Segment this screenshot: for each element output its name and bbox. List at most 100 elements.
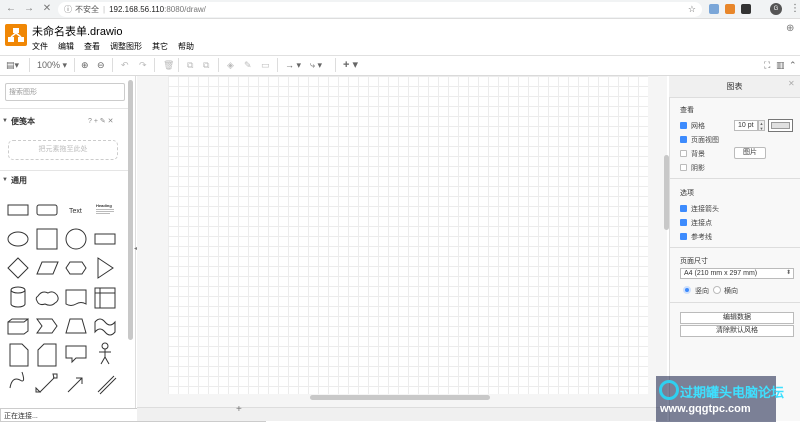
- shadow-label: 阴影: [691, 165, 705, 172]
- edit-data-button[interactable]: 编辑数据: [680, 312, 794, 324]
- grid-size-stepper[interactable]: ▲ ▼: [758, 120, 765, 131]
- landscape-radio[interactable]: [713, 286, 721, 294]
- connection-style-icon[interactable]: → ▾: [285, 59, 301, 71]
- parallelogram-shape[interactable]: [36, 261, 59, 275]
- callout-shape[interactable]: [65, 345, 87, 364]
- ellipse-shape[interactable]: [7, 231, 29, 247]
- bidirectional-arrow-shape[interactable]: [35, 373, 58, 393]
- shadow-checkbox[interactable]: [680, 164, 687, 171]
- process-shape[interactable]: [94, 233, 116, 245]
- options-heading: 选项: [680, 190, 694, 197]
- document-shape[interactable]: [65, 289, 87, 306]
- clear-default-style-button[interactable]: 清除默认风格: [680, 325, 794, 337]
- url-path: :8080/draw/: [164, 5, 206, 14]
- fullscreen-icon[interactable]: ⛶: [764, 59, 770, 71]
- triangle-shape[interactable]: [97, 257, 114, 279]
- trapezoid-shape[interactable]: [65, 318, 87, 334]
- url-host: 192.168.56.110: [109, 5, 165, 14]
- bookmark-star-icon[interactable]: ☆: [688, 4, 696, 15]
- connection-arrows-checkbox[interactable]: [680, 205, 687, 212]
- extension-icon[interactable]: [741, 4, 751, 14]
- toolbar-divider: [74, 58, 75, 72]
- close-icon[interactable]: ✕: [788, 79, 795, 88]
- shadow-icon[interactable]: ▭: [261, 59, 270, 71]
- menu-extras[interactable]: 其它: [152, 41, 168, 52]
- page-size-select[interactable]: A4 (210 mm x 297 mm) ⬍: [680, 268, 794, 279]
- scratchpad-tools[interactable]: ? + ✎ ✕: [88, 117, 114, 125]
- waypoint-style-icon[interactable]: ⤷ ▾: [310, 59, 322, 71]
- cloud-shape[interactable]: [35, 291, 59, 306]
- stop-icon[interactable]: ✕: [40, 2, 54, 16]
- portrait-radio[interactable]: [683, 286, 691, 294]
- back-icon[interactable]: ←: [4, 2, 18, 16]
- menu-view[interactable]: 查看: [84, 41, 100, 52]
- hexagon-shape[interactable]: [65, 261, 87, 275]
- grid-size-input[interactable]: 10 pt: [734, 120, 758, 131]
- background-checkbox[interactable]: [680, 150, 687, 157]
- browser-menu-icon[interactable]: ⋮: [790, 3, 800, 15]
- insecure-label: 不安全: [75, 5, 99, 14]
- menu-edit[interactable]: 编辑: [58, 41, 74, 52]
- connection-points-checkbox[interactable]: [680, 219, 687, 226]
- zoom-select[interactable]: 100% ▾: [37, 59, 67, 71]
- panel-toggle-icon[interactable]: ▤▾: [6, 59, 19, 71]
- sidebar-scrollbar[interactable]: [128, 80, 133, 340]
- format-panel-icon[interactable]: ▥: [776, 59, 785, 71]
- page-view-checkbox[interactable]: [680, 136, 687, 143]
- address-bar[interactable]: ⓘ 不安全 | 192.168.56.110 :8080/draw/ ☆: [58, 2, 702, 17]
- extension-icon[interactable]: [709, 4, 719, 14]
- diagram-page[interactable]: [168, 76, 648, 394]
- tape-shape[interactable]: [94, 318, 116, 336]
- step-shape[interactable]: [36, 318, 58, 334]
- rectangle-shape[interactable]: [7, 204, 29, 216]
- note-shape[interactable]: [9, 343, 29, 367]
- horizontal-scrollbar[interactable]: [310, 395, 490, 400]
- avatar[interactable]: G: [770, 3, 782, 15]
- undo-icon[interactable]: ↶: [121, 59, 129, 71]
- line-color-icon[interactable]: ✎: [244, 59, 252, 71]
- heading-shape[interactable]: Heading: [96, 203, 114, 214]
- grid-checkbox[interactable]: [680, 122, 687, 129]
- diamond-shape[interactable]: [7, 257, 29, 279]
- zoom-in-icon[interactable]: ⊕: [81, 59, 89, 71]
- connection-points-label: 连接点: [691, 220, 712, 227]
- to-front-icon[interactable]: ⧉: [187, 59, 193, 71]
- scratchpad-dropzone[interactable]: 把元素拖至此处: [8, 140, 118, 160]
- add-page-icon[interactable]: +: [236, 404, 242, 415]
- arrow-shape[interactable]: [67, 377, 83, 393]
- document-title[interactable]: 未命名表单.drawio: [32, 23, 122, 39]
- forward-icon[interactable]: →: [22, 2, 36, 16]
- actor-shape[interactable]: [99, 342, 111, 365]
- square-shape[interactable]: [36, 228, 58, 250]
- general-header[interactable]: ▼ 通用: [0, 172, 128, 188]
- caret-down-icon: ▼: [2, 118, 8, 124]
- collapse-icon[interactable]: ⌃: [789, 59, 797, 71]
- fill-color-icon[interactable]: ◈: [227, 59, 234, 71]
- redo-icon[interactable]: ↷: [139, 59, 147, 71]
- shape-search-input[interactable]: [5, 83, 125, 101]
- link-shape[interactable]: [97, 375, 117, 395]
- grid-color-button[interactable]: [768, 119, 793, 132]
- menu-help[interactable]: 帮助: [178, 41, 194, 52]
- page-tabs-bar: [137, 407, 667, 421]
- card-shape[interactable]: [37, 343, 57, 367]
- menu-file[interactable]: 文件: [32, 41, 48, 52]
- curve-shape[interactable]: [9, 371, 25, 389]
- insert-icon[interactable]: + ▾: [343, 59, 358, 71]
- background-image-button[interactable]: 图片: [734, 147, 766, 159]
- cylinder-shape[interactable]: [10, 286, 26, 308]
- to-back-icon[interactable]: ⧉: [203, 59, 209, 71]
- rounded-rectangle-shape[interactable]: [36, 204, 58, 216]
- extension-icon[interactable]: [725, 4, 735, 14]
- language-globe-icon[interactable]: ⊕: [786, 23, 794, 34]
- circle-shape[interactable]: [65, 228, 87, 250]
- zoom-out-icon[interactable]: ⊖: [97, 59, 105, 71]
- internal-storage-shape[interactable]: [94, 287, 116, 309]
- info-icon[interactable]: ⓘ: [64, 4, 72, 15]
- grid-label: 网格: [691, 123, 705, 130]
- guides-checkbox[interactable]: [680, 233, 687, 240]
- delete-icon[interactable]: 🗑: [163, 59, 174, 71]
- menu-arrange[interactable]: 调整图形: [110, 41, 142, 52]
- cube-shape[interactable]: [7, 318, 29, 335]
- text-shape[interactable]: Text: [69, 208, 82, 215]
